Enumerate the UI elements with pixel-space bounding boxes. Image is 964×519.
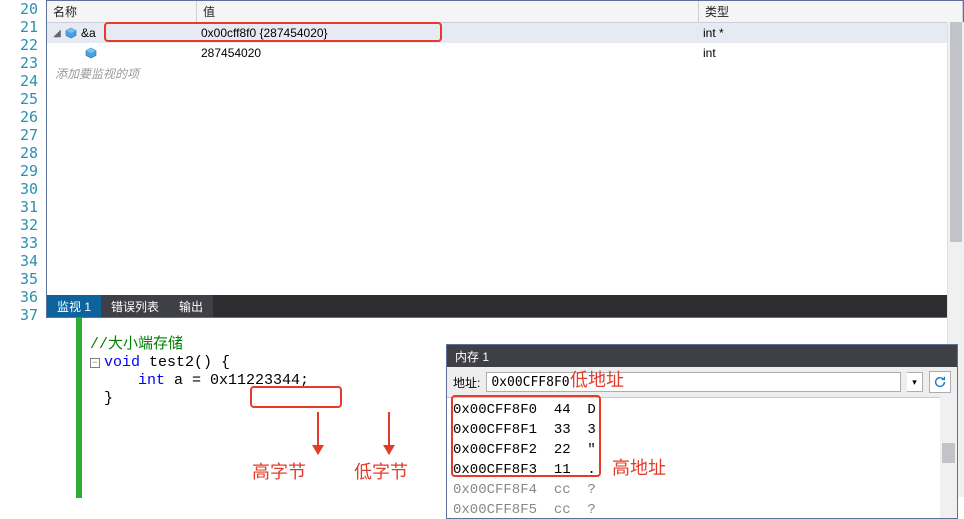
memory-title[interactable]: 内存 1	[447, 345, 957, 367]
watch-header-value[interactable]: 值	[197, 1, 699, 22]
memory-address-bar: 地址: ▾	[447, 367, 957, 398]
hex-literal: 11223344	[228, 372, 300, 389]
watch-row[interactable]: ◢&a0x00cff8f0 {287454020}int *	[47, 23, 963, 43]
label-high-byte: 高字节	[252, 458, 306, 484]
arrow-low-byte	[388, 412, 390, 454]
memory-address-label: 地址:	[453, 374, 480, 391]
memory-body[interactable]: 0x00CFF8F0 44 D0x00CFF8F1 33 30x00CFF8F2…	[447, 398, 957, 518]
variable-icon	[85, 47, 97, 59]
arrow-high-byte	[317, 412, 319, 454]
memory-panel: 内存 1 地址: ▾ 0x00CFF8F0 44 D0x00CFF8F1 33 …	[446, 344, 958, 519]
code-comment: //大小端存储	[90, 336, 183, 353]
memory-row: 0x00CFF8F2 22 "	[453, 440, 951, 460]
tab-errors[interactable]: 错误列表	[101, 295, 169, 317]
watch-panel: 名称 值 类型 ◢&a0x00cff8f0 {287454020}int *28…	[46, 0, 964, 318]
watch-rows[interactable]: ◢&a0x00cff8f0 {287454020}int *287454020i…	[47, 23, 963, 295]
variable-icon	[65, 27, 77, 39]
refresh-button[interactable]	[929, 371, 951, 393]
fold-icon[interactable]: −	[90, 358, 100, 368]
memory-scrollbar[interactable]	[940, 393, 957, 518]
watch-add-placeholder[interactable]: 添加要监视的项	[47, 63, 963, 83]
watch-header-name[interactable]: 名称	[47, 1, 197, 22]
watch-header: 名称 值 类型	[47, 1, 963, 23]
tab-output[interactable]: 输出	[169, 295, 213, 317]
expand-icon[interactable]	[71, 47, 83, 59]
memory-address-input[interactable]	[486, 372, 901, 392]
watch-row[interactable]: 287454020int	[47, 43, 963, 63]
collapse-icon[interactable]: ◢	[51, 27, 63, 39]
memory-row: 0x00CFF8F3 11 .	[453, 460, 951, 480]
memory-address-dropdown[interactable]: ▾	[907, 372, 923, 392]
memory-row: 0x00CFF8F0 44 D	[453, 400, 951, 420]
memory-row: 0x00CFF8F4 cc ?	[453, 480, 951, 500]
label-high-addr: 高地址	[612, 454, 666, 480]
watch-header-type[interactable]: 类型	[699, 1, 963, 22]
memory-row: 0x00CFF8F1 33 3	[453, 420, 951, 440]
label-low-addr: 低地址	[570, 366, 624, 392]
line-number-gutter: 202122232425262728293031323334353637	[0, 0, 46, 519]
tab-watch[interactable]: 监视 1	[47, 295, 101, 317]
memory-row: 0x00CFF8F5 cc ?	[453, 500, 951, 518]
bottom-tab-strip: 监视 1 错误列表 输出	[47, 295, 963, 317]
label-low-byte: 低字节	[354, 458, 408, 484]
